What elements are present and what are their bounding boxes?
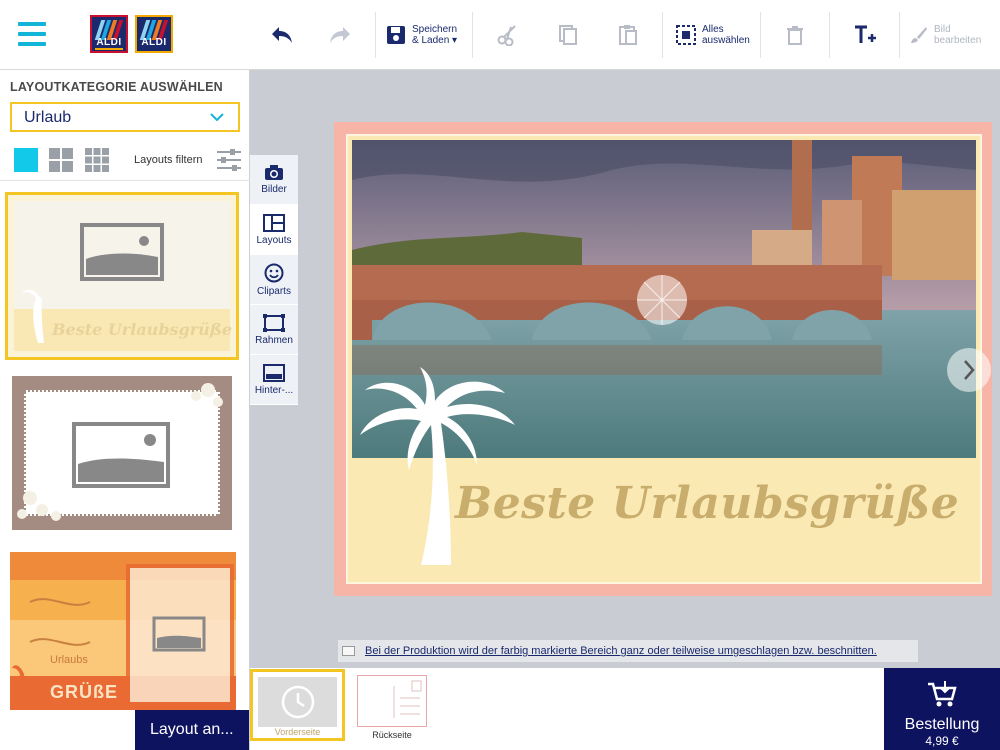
order-label: Bestellung [904,716,980,733]
aldi-logo: ALDI [90,15,128,53]
edit-image-button[interactable]: Bild bearbeiten [910,0,990,70]
smiley-icon [264,263,284,282]
view-grid-2-button[interactable] [49,148,73,172]
save-icon [387,26,405,44]
redo-button[interactable] [320,0,360,70]
postcard-back-preview [393,680,422,718]
order-price: 4,99 € [925,734,959,748]
tab-cliparts[interactable]: Cliparts [250,255,298,305]
add-text-button[interactable] [846,0,884,70]
grid-2-icon [49,148,73,172]
layout-category-title: LAYOUTKATEGORIE AUSWÄHLEN [10,80,223,94]
select-all-label-2: auswählen [702,35,750,46]
thumbnail-preview-3 [10,552,236,710]
undo-icon [272,27,292,43]
layout-thumbnail-2[interactable] [12,376,232,530]
camera-icon [265,165,283,180]
view-grid-3-button[interactable] [85,148,109,172]
tab-hintergrund[interactable]: Hinter-... [250,355,298,405]
page-front-thumbnail[interactable]: Vorderseite [250,669,345,741]
thumbnail-3-text-2: GRÜßE [50,682,118,702]
select-all-button[interactable]: Alles auswählen [676,0,754,70]
tab-rahmen[interactable]: Rahmen [250,305,298,355]
production-notice: Bei der Produktion wird der farbig marki… [338,640,918,662]
trash-icon [787,26,803,45]
copy-button[interactable] [548,0,588,70]
layout-thumbnail-1[interactable]: Beste Urlaubsgrüße [5,192,239,360]
add-text-icon [855,25,876,43]
aldi-logo-secondary: ALDI [135,15,173,53]
cart-icon [928,681,957,707]
filter-label[interactable]: Layouts filtern [134,154,202,166]
tab-bilder[interactable]: Bilder [250,155,298,205]
page-back-thumbnail[interactable] [357,675,427,727]
cut-button[interactable] [488,0,528,70]
card-headline[interactable]: Beste Urlaubsgrüße [455,478,959,529]
front-page-label: Vorderseite [274,727,321,737]
clock-icon [281,685,315,719]
redo-icon [330,27,350,43]
apply-layout-button[interactable]: Layout an... [135,710,249,750]
delete-button[interactable] [776,0,814,70]
tab-cliparts-label: Cliparts [257,285,291,297]
layout-icon [263,213,285,232]
brush-icon [911,27,927,43]
tab-hintergrund-label: Hinter-... [254,384,294,396]
frame-icon [263,313,285,332]
view-single-button[interactable] [14,148,38,172]
thumbnail-3-text-1: Urlaubs [50,654,88,666]
chevron-right-icon [964,360,975,380]
order-button[interactable]: Bestellung 4,99 € [884,668,1000,750]
scissors-icon [497,25,516,46]
menu-icon[interactable] [18,22,46,46]
palm-tree-clipart[interactable] [355,365,525,570]
notice-marker-icon [342,646,355,656]
edit-image-label-1: Bild [934,24,951,35]
grid-3-icon [85,148,109,172]
panel-divider [0,180,250,181]
edit-image-label-2: bearbeiten [934,35,982,46]
save-load-button[interactable]: Speichern & Laden ▾ [386,0,466,70]
select-all-label-1: Alles [702,24,724,35]
select-all-icon [676,25,696,45]
paste-button[interactable] [608,0,648,70]
notice-link[interactable]: Bei der Produktion wird der farbig marki… [365,645,877,657]
copy-icon [559,25,577,45]
category-value: Urlaub [24,109,72,126]
undo-button[interactable] [262,0,302,70]
back-page-label: Rückseite [372,730,412,740]
save-label: Speichern [412,24,458,35]
side-tabs: Bilder Layouts Cliparts Rahmen Hinter-..… [250,155,298,405]
background-icon [263,363,285,382]
thumbnail-preview-2 [17,383,223,521]
tab-bilder-label: Bilder [261,184,287,195]
layout-thumbnail-3[interactable]: Urlaubs GRÜßE [10,552,236,710]
thumbnail-1-text: Beste Urlaubsgrüße [52,320,233,339]
front-page-preview [258,677,337,727]
top-toolbar: ALDI ALDI Speichern & Laden ▾ Alles auswäh… [0,0,1000,70]
category-select[interactable]: Urlaub [10,102,240,132]
next-page-button[interactable] [947,348,991,392]
tab-rahmen-label: Rahmen [255,334,293,346]
sliders-icon[interactable] [216,148,242,172]
tab-layouts[interactable]: Layouts [250,205,298,255]
load-label: & Laden ▾ [412,35,458,46]
chevron-down-icon [210,113,224,122]
paste-icon [619,25,637,45]
tab-layouts-label: Layouts [256,234,292,246]
